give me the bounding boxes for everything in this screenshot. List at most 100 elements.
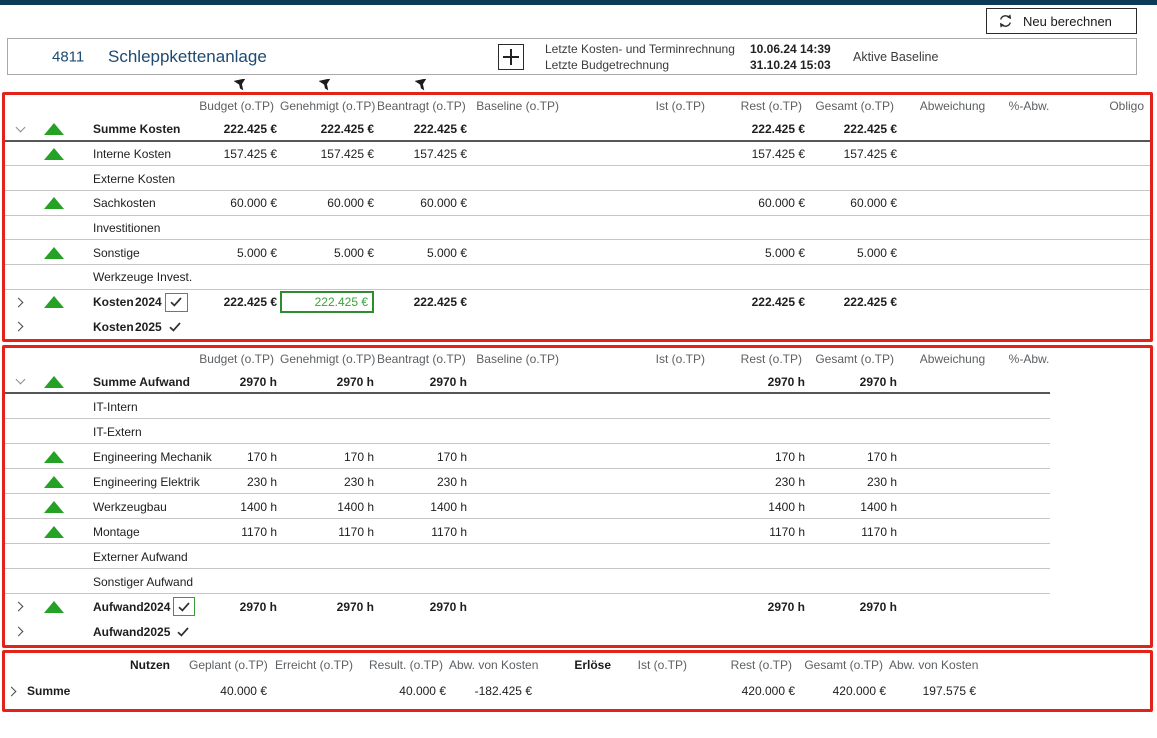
cell-rest: 60.000 € (725, 196, 808, 210)
row-label-cell: Summe (21, 684, 189, 698)
trend-up-icon (44, 526, 64, 538)
col-header-pabw: %-Abw. (1005, 99, 1053, 113)
trend-cell (35, 451, 73, 463)
chevron-right-icon[interactable] (13, 627, 23, 637)
row-label-cell: Investitionen (73, 221, 195, 235)
check-icon (170, 297, 182, 307)
row-label-cell: Engineering Elektrik (73, 475, 195, 489)
check-icon (169, 322, 181, 332)
cell-genehmigt: 1170 h (280, 525, 377, 539)
expand-cell[interactable] (5, 299, 35, 306)
cell-gesamt: 170 h (808, 450, 900, 464)
row-label: Aufwand (73, 600, 144, 614)
trend-cell (35, 247, 73, 259)
chevron-down-icon[interactable] (15, 375, 25, 385)
cell-budget: 170 h (195, 450, 280, 464)
row-label: IT-Extern (73, 425, 195, 439)
table-row: IT-Extern (5, 419, 1150, 444)
cell-abw1: -182.425 € (449, 684, 535, 698)
row-label: Investitionen (73, 221, 195, 235)
cell-rest: 170 h (725, 450, 808, 464)
filter-icon-genehmigt[interactable] (319, 79, 333, 92)
col-header-beantragt: Beantragt (o.TP) (377, 352, 470, 366)
row-label: Summe Kosten (73, 122, 195, 136)
filter-icon-budget[interactable] (234, 79, 248, 92)
expand-cell[interactable] (5, 380, 35, 383)
filter-icon-beantragt[interactable] (415, 79, 429, 92)
cell-rest: 230 h (725, 475, 808, 489)
year-checkbox[interactable] (173, 597, 195, 616)
col-header-budget: Budget (o.TP) (195, 352, 280, 366)
last-budget-calc-label: Letzte Budgetrechnung (545, 58, 750, 73)
col-header-abw2: Abw. von Kosten (889, 658, 979, 672)
chevron-right-icon[interactable] (13, 297, 23, 307)
add-button[interactable] (498, 44, 524, 70)
col-header-rest: Rest (o.TP) (725, 99, 808, 113)
cell-gesamt: 222.425 € (808, 122, 900, 136)
col-header-erreicht: Erreicht (o.TP) (270, 658, 359, 672)
col-header-gesamt: Gesamt (o.TP) (808, 99, 900, 113)
cell-beantragt: 2970 h (377, 375, 470, 389)
cell-rest: 420.000 € (707, 684, 798, 698)
col-header-baseline: Baseline (o.TP) (470, 352, 565, 366)
trend-cell (35, 476, 73, 488)
recalculate-label: Neu berechnen (1023, 14, 1112, 29)
col-header-erloese: Erlöse (535, 658, 615, 672)
cell-gesamt: 60.000 € (808, 196, 900, 210)
expand-cell[interactable] (5, 323, 35, 330)
table-row: Sonstige5.000 €5.000 €5.000 €5.000 €5.00… (5, 240, 1150, 265)
chevron-right-icon[interactable] (13, 322, 23, 332)
cell-beantragt: 170 h (377, 450, 470, 464)
expand-cell[interactable] (5, 128, 35, 131)
row-label-cell: Interne Kosten (73, 147, 195, 161)
col-header-ist: Ist (o.TP) (615, 658, 707, 672)
benefit-table: NutzenGeplant (o.TP)Erreicht (o.TP)Resul… (2, 650, 1153, 712)
cell-genehmigt: 1400 h (280, 500, 377, 514)
table-row: Aufwand2025 (5, 619, 1150, 644)
row-label: Summe (21, 684, 70, 698)
chevron-down-icon[interactable] (15, 122, 25, 132)
col-header-nutzen: Nutzen (21, 658, 189, 672)
cell-genehmigt: 2970 h (280, 600, 377, 614)
row-label: Sonstige (73, 246, 195, 260)
row-label-cell: Externe Kosten (73, 172, 195, 186)
trend-cell (35, 197, 73, 209)
table-row: Interne Kosten157.425 €157.425 €157.425 … (5, 142, 1150, 167)
chevron-right-icon[interactable] (13, 602, 23, 612)
expand-cell[interactable] (5, 603, 35, 610)
trend-cell (35, 501, 73, 513)
cell-abw2: 197.575 € (889, 684, 979, 698)
last-budget-calc-time: 15:03 (800, 58, 860, 73)
table-row: Externer Aufwand (5, 544, 1150, 569)
edit-field[interactable]: 222.425 € (280, 291, 374, 313)
table-row: Engineering Elektrik230 h230 h230 h230 h… (5, 469, 1150, 494)
table-row: Kosten2025 (5, 315, 1150, 340)
cell-gesamt: 230 h (808, 475, 900, 489)
table-row: Werkzeugbau1400 h1400 h1400 h1400 h1400 … (5, 494, 1150, 519)
cell-budget: 5.000 € (195, 246, 280, 260)
cell-gesamt: 2970 h (808, 600, 900, 614)
trend-cell (35, 376, 73, 388)
cell-genehmigt: 2970 h (280, 375, 377, 389)
row-label-cell: Engineering Mechanik (73, 450, 195, 464)
cell-beantragt: 2970 h (377, 600, 470, 614)
row-label-cell: Kosten2024 (73, 293, 195, 312)
row-label-cell: Externer Aufwand (73, 550, 195, 564)
row-label: Aufwand (73, 625, 144, 639)
col-header-abweichung: Abweichung (900, 352, 1005, 366)
last-budget-calc-date: 31.10.24 (750, 58, 800, 73)
expand-cell[interactable] (5, 628, 35, 635)
cell-rest: 222.425 € (725, 295, 808, 309)
cell-rest: 2970 h (725, 375, 808, 389)
column-header-row: Budget (o.TP)Genehmigt (o.TP)Beantragt (… (5, 95, 1150, 117)
trend-cell (35, 601, 73, 613)
chevron-right-icon[interactable] (6, 686, 16, 696)
year-checkbox[interactable] (165, 293, 188, 312)
trend-up-icon (44, 148, 64, 160)
col-header-baseline: Baseline (o.TP) (470, 99, 565, 113)
recalculate-button[interactable]: Neu berechnen (986, 8, 1137, 34)
col-header-genehmigt: Genehmigt (o.TP) (280, 99, 377, 113)
expand-cell[interactable] (5, 688, 21, 695)
trend-up-icon (44, 376, 64, 388)
col-header-obligo: Obligo (1053, 99, 1150, 113)
